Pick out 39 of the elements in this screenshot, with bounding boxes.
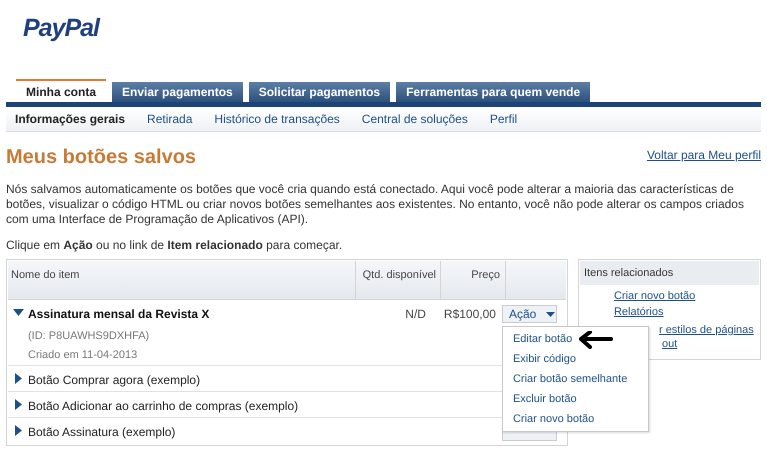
- collapsed-triangle-icon[interactable]: [15, 373, 22, 384]
- related-link[interactable]: Relatórios: [580, 305, 759, 319]
- collapsed-triangle-icon[interactable]: [15, 425, 22, 436]
- subnav-link[interactable]: Central de soluções: [362, 110, 468, 128]
- nav-tab[interactable]: Enviar pagamentos: [112, 82, 243, 102]
- item-detail: (ID: P8UAWHS9DXHFA): [28, 329, 150, 344]
- logo[interactable]: PayPal: [23, 14, 100, 42]
- item-name[interactable]: Assinatura mensal da Revista X: [28, 305, 210, 323]
- back-link[interactable]: Voltar para Meu perfil: [646, 146, 761, 164]
- collapsed-triangle-icon[interactable]: [15, 399, 22, 410]
- price-cell-text: R$100,00: [442, 306, 497, 323]
- nav-tab[interactable]: Ferramentas para quem vende: [396, 82, 590, 102]
- quantity-cell-text: N/D: [404, 306, 426, 323]
- page-title: Meus botões salvos: [6, 145, 196, 170]
- item-name[interactable]: Botão Assinatura (exemplo): [28, 423, 176, 441]
- column-header: Qtd. disponível: [356, 261, 441, 299]
- menu-item[interactable]: Criar novo botão: [502, 409, 648, 429]
- column-header: Preço: [441, 261, 506, 299]
- expanded-triangle-icon[interactable]: [13, 309, 24, 316]
- caret-icon: [546, 312, 556, 316]
- hint-text: Clique em Ação ou no link de Item relacionado para começar.: [6, 237, 344, 254]
- subnav-link[interactable]: Perfil: [490, 110, 518, 128]
- intro-paragraph: Nós salvamos automaticamente os botões que você cria quando está conectado. Aqui você pode alterar a maioria das características de botões, visualizar o código HTML ou criar novos botões semelhantes aos existentes. No entanto, você não pode alterar os campos criados com uma Interface de Programação de Aplicativos (API).: [6, 182, 745, 227]
- item-detail: Criado em 11-04-2013: [28, 348, 138, 362]
- subnav-link[interactable]: Informações gerais: [15, 110, 126, 128]
- subnav-link[interactable]: Retirada: [147, 110, 192, 128]
- panel-header: Itens relacionados: [580, 261, 759, 285]
- menu-item[interactable]: Exibir código: [502, 349, 648, 369]
- menu-item[interactable]: Criar botão semelhante: [502, 369, 648, 389]
- item-name[interactable]: Botão Adicionar ao carrinho de compras (exemplo): [28, 397, 298, 415]
- subnav-link[interactable]: Histórico de transações: [214, 110, 340, 128]
- arrow-icon: [578, 331, 613, 349]
- column-header: Nome do item: [8, 261, 356, 299]
- nav-tab[interactable]: Solicitar pagamentos: [248, 82, 390, 102]
- related-link[interactable]: Criar novo botão: [580, 289, 759, 303]
- menu-item[interactable]: Excluir botão: [502, 389, 648, 409]
- menu-item[interactable]: Editar botão: [502, 329, 648, 349]
- item-name[interactable]: Botão Comprar agora (exemplo): [28, 371, 200, 389]
- action-dropdown-button[interactable]: Ação: [502, 305, 557, 323]
